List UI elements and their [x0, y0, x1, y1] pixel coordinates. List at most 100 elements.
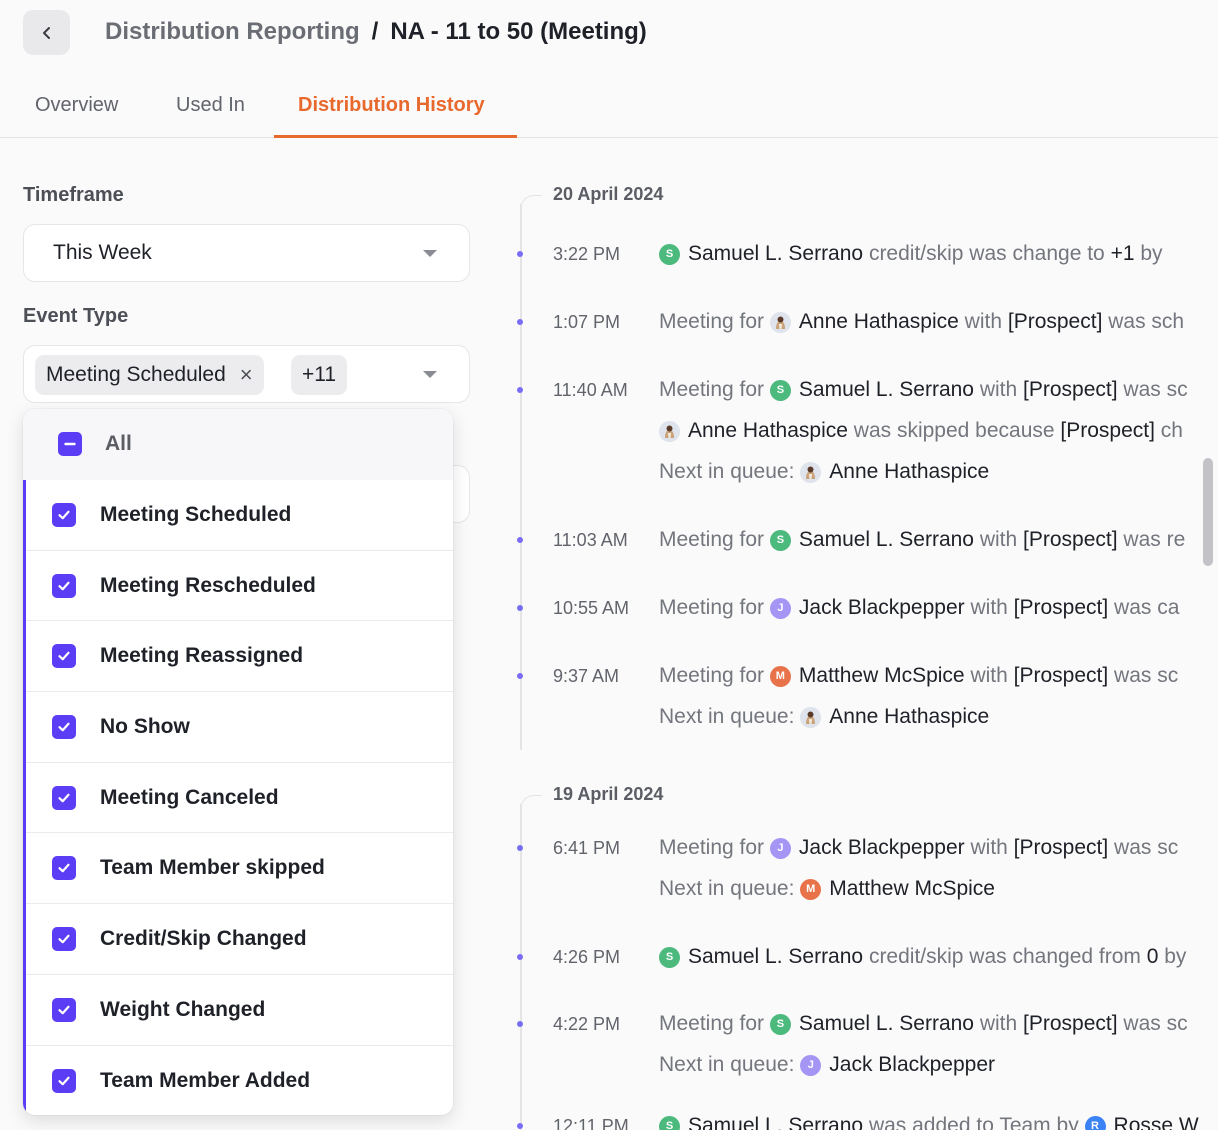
avatar: S [769, 529, 791, 551]
user-name[interactable]: Anne Hathaspice [688, 419, 848, 443]
user-name[interactable]: Anne Hathaspice [799, 310, 959, 334]
event-text: with [964, 596, 1014, 619]
checked-checkbox-icon[interactable] [52, 927, 76, 952]
event-text: with [964, 664, 1014, 687]
timeline-dot [517, 845, 523, 851]
checked-checkbox-icon[interactable] [52, 715, 76, 740]
chevron-left-icon [42, 26, 50, 39]
chip-remove-icon[interactable]: × [240, 362, 253, 388]
user-name[interactable]: Jack Blackpepper [799, 596, 965, 620]
dropdown-option[interactable]: Meeting Canceled [26, 763, 453, 834]
event-text: credit/skip was change to [863, 242, 1111, 265]
dropdown-option-label: No Show [100, 715, 190, 739]
event-type-dropdown: All Meeting Scheduled Meeting Rescheduled… [23, 409, 453, 1115]
avatar: S [659, 946, 680, 968]
user-name[interactable]: Rosse W [1114, 1114, 1199, 1130]
event-type-more-chip[interactable]: +11 [291, 355, 348, 395]
event-time: 11:40 AM [553, 380, 628, 400]
dropdown-option-label: Team Member skipped [100, 856, 325, 880]
scrollbar-thumb[interactable] [1203, 458, 1213, 566]
event-text: Meeting for [659, 310, 770, 333]
distribution-history-timeline: 20 April 2024 3:22 PM S Samuel L. Serrano c… [500, 150, 1218, 1130]
avatar: S [769, 1013, 791, 1035]
checked-checkbox-icon[interactable] [52, 503, 76, 527]
user-name[interactable]: Samuel L. Serrano [688, 242, 863, 266]
checked-checkbox-icon[interactable] [52, 573, 76, 598]
checked-checkbox-icon[interactable] [52, 1068, 76, 1093]
dropdown-option[interactable]: Team Member skipped [26, 833, 453, 905]
event-text: [Prospect] [1023, 1012, 1118, 1035]
event-text-line: Anne Hathaspice was skipped because [Pro… [659, 419, 1183, 443]
user-name[interactable]: Anne Hathaspice [829, 705, 989, 729]
event-text: [Prospect] [1013, 836, 1109, 859]
avatar: J [800, 1054, 822, 1076]
dropdown-option[interactable]: Credit/Skip Changed [26, 904, 453, 975]
user-name[interactable]: Samuel L. Serrano [799, 528, 974, 552]
checked-checkbox-icon[interactable] [52, 644, 76, 669]
back-button[interactable] [23, 10, 70, 55]
tab-overview[interactable]: Overview [35, 94, 118, 117]
event-text: Meeting for [659, 528, 770, 551]
breadcrumb-separator: / [371, 18, 379, 45]
dropdown-option-label: Meeting Canceled [100, 785, 279, 809]
event-text: was added to Team by [863, 1114, 1085, 1130]
dropdown-option[interactable]: Team Member Added [26, 1046, 453, 1116]
event-time: 10:55 AM [553, 598, 630, 618]
event-type-select[interactable]: Meeting Scheduled × +11 [23, 345, 470, 403]
user-name[interactable]: Matthew McSpice [829, 877, 995, 901]
indeterminate-checkbox-icon[interactable] [58, 432, 82, 456]
timeframe-label: Timeframe [23, 184, 124, 206]
avatar: S [659, 1115, 680, 1130]
event-text: was sch [1102, 310, 1185, 333]
checked-checkbox-icon[interactable] [52, 997, 76, 1022]
event-text: was skipped because [847, 419, 1061, 442]
tab-distribution-history[interactable]: Distribution History [298, 94, 485, 117]
event-time: 12:11 PM [553, 1116, 629, 1130]
timeline-dot [517, 605, 523, 611]
event-text: credit/skip was changed from [863, 945, 1147, 968]
event-time: 11:03 AM [553, 530, 628, 550]
dropdown-option[interactable]: Meeting Rescheduled [26, 551, 453, 622]
checked-checkbox-icon[interactable] [52, 856, 76, 881]
user-name[interactable]: Anne Hathaspice [829, 460, 989, 484]
tab-used-in[interactable]: Used In [176, 94, 245, 117]
dropdown-option[interactable]: Meeting Reassigned [26, 621, 453, 693]
event-text: [Prospect] [1013, 664, 1109, 687]
checked-checkbox-icon[interactable] [52, 785, 76, 810]
timeframe-select[interactable]: This Week [23, 224, 470, 282]
avatar [800, 706, 822, 728]
event-text: ch [1154, 419, 1183, 442]
avatar: S [769, 379, 791, 401]
user-name[interactable]: Samuel L. Serrano [688, 1114, 863, 1130]
timeline-dot [517, 1021, 523, 1027]
user-name[interactable]: Matthew McSpice [799, 664, 965, 688]
event-type-chip-label: Meeting Scheduled [46, 363, 226, 386]
event-text-line: Meeting for S Samuel L. Serrano with [Pro… [659, 1012, 1188, 1036]
event-text: was sc [1117, 378, 1188, 401]
event-text: with [958, 310, 1008, 333]
event-time: 3:22 PM [553, 244, 621, 264]
event-text: Next in queue: [659, 877, 801, 900]
user-name[interactable]: Samuel L. Serrano [688, 945, 863, 969]
dropdown-option[interactable]: Weight Changed [26, 975, 453, 1046]
event-text: Next in queue: [659, 705, 801, 728]
event-text-line: Meeting for S Samuel L. Serrano with [Pro… [659, 528, 1185, 552]
breadcrumb: Distribution Reporting / NA - 11 to 50 (… [105, 18, 647, 46]
event-text-line: Next in queue: Anne Hathaspice [659, 460, 989, 484]
dropdown-option-label: Weight Changed [100, 997, 266, 1021]
user-name[interactable]: Samuel L. Serrano [799, 1012, 974, 1036]
timeline-connector [520, 195, 542, 215]
dropdown-option-list: Meeting Scheduled Meeting Rescheduled Meet… [23, 480, 453, 1115]
event-text: [Prospect] [1023, 378, 1118, 401]
event-text: Meeting for [659, 1012, 770, 1035]
user-name[interactable]: Samuel L. Serrano [799, 378, 974, 402]
event-text: with [964, 836, 1014, 859]
event-text: was sc [1108, 836, 1179, 859]
event-text-line: S Samuel L. Serrano was added to Team by … [659, 1114, 1199, 1130]
user-name[interactable]: Jack Blackpepper [799, 836, 965, 860]
dropdown-option[interactable]: Meeting Scheduled [26, 480, 453, 551]
dropdown-option[interactable]: No Show [26, 692, 453, 763]
breadcrumb-parent-link[interactable]: Distribution Reporting [105, 18, 360, 46]
dropdown-option-all[interactable]: All [23, 409, 453, 480]
user-name[interactable]: Jack Blackpepper [829, 1053, 995, 1077]
